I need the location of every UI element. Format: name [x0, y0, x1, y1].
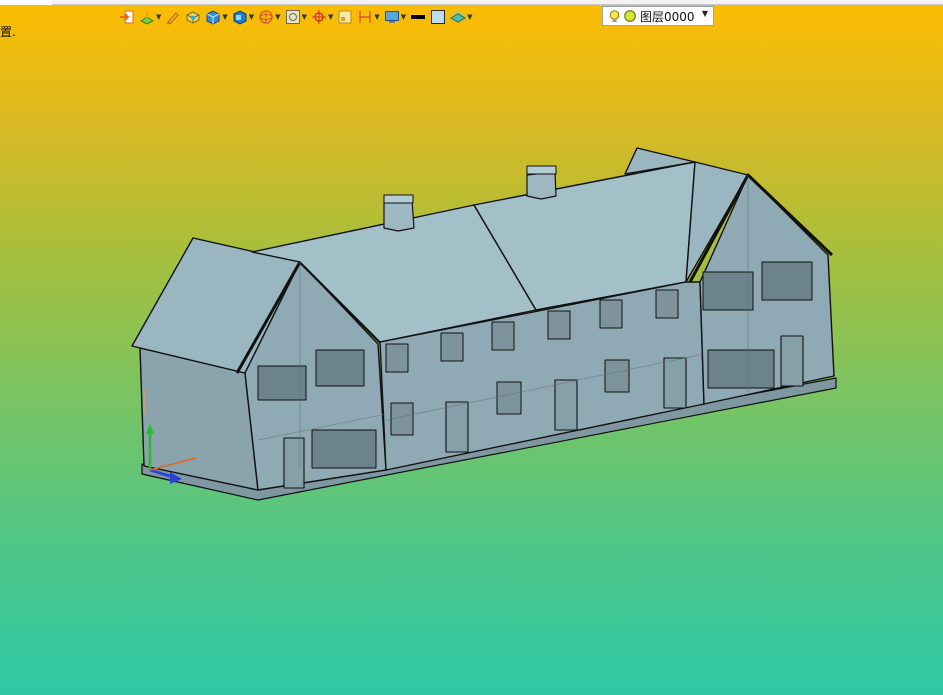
- 3d-viewport[interactable]: [0, 0, 943, 695]
- chimney-left-cap: [383, 194, 414, 204]
- chimney-left: [383, 199, 415, 232]
- chimney-right-cap: [526, 165, 557, 175]
- building-model[interactable]: [131, 147, 837, 501]
- chimney-right: [526, 171, 557, 200]
